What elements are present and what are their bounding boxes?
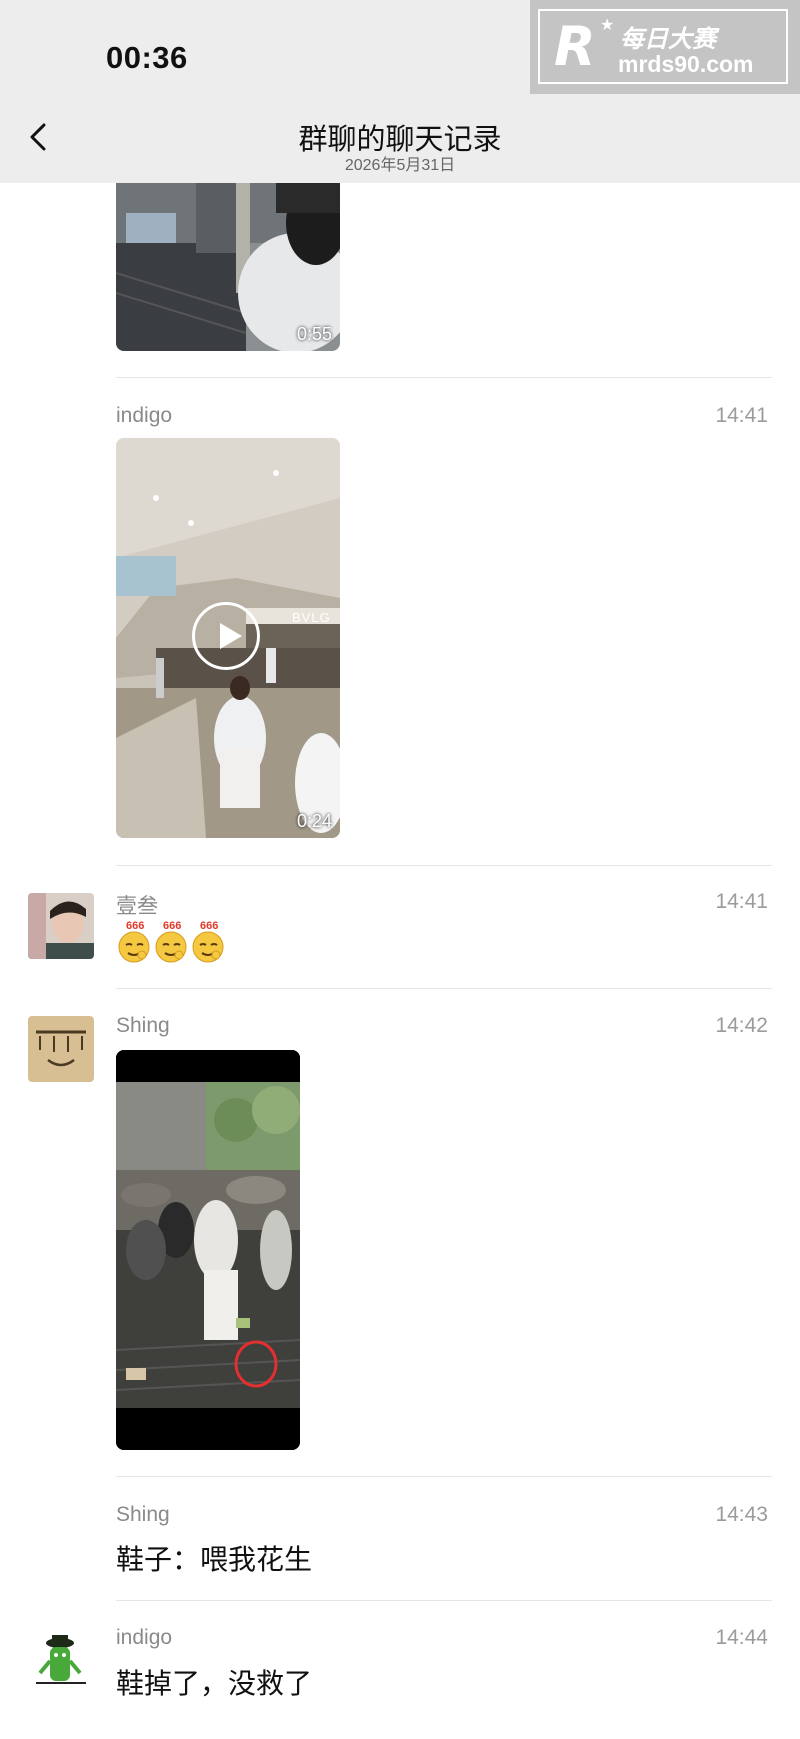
avatar[interactable] — [28, 893, 94, 959]
message-divider — [116, 1476, 772, 1477]
message-time: 14:41 — [715, 890, 768, 913]
emoji-label: 666 — [163, 920, 182, 932]
video-thumbnail[interactable]: BVLG 0:24 — [116, 438, 340, 838]
message-text: 鞋掉了，没救了 — [116, 1668, 313, 1699]
video-image — [116, 1050, 300, 1450]
sender-name: 壹叁 — [116, 895, 158, 918]
emoji-face — [155, 931, 187, 963]
emoji-label: 666 — [200, 920, 219, 932]
video-duration: 0:24 — [296, 811, 332, 831]
sender-name: Shing — [116, 1503, 170, 1526]
watermark-frame: R ★ 每日大赛 mrds90.com — [538, 9, 788, 84]
avatar-image — [28, 1627, 94, 1693]
watermark: R ★ 每日大赛 mrds90.com — [530, 0, 800, 94]
avatar[interactable] — [28, 1016, 94, 1082]
emoji-label: 666 — [126, 920, 145, 932]
message-time: 14:42 — [715, 1014, 768, 1037]
emoji-face — [192, 931, 224, 963]
avatar-image — [28, 1016, 94, 1082]
message-time: 14:44 — [715, 1626, 768, 1649]
message-text: 鞋子：喂我花生 — [116, 1544, 313, 1575]
avatar[interactable] — [28, 1627, 94, 1693]
store-sign: BVLG — [292, 610, 331, 625]
message-divider — [116, 377, 772, 378]
message-time: 14:43 — [715, 1503, 768, 1526]
status-time: 00:36 — [106, 40, 188, 75]
avatar-image — [28, 893, 94, 959]
watermark-logo: R — [554, 15, 596, 78]
sender-name: indigo — [116, 404, 173, 427]
emoji-666-icon: 666 — [153, 920, 189, 963]
video-thumbnail[interactable]: 0:55 — [116, 183, 340, 351]
message-divider — [116, 988, 772, 989]
video-duration: 0:55 — [296, 324, 332, 344]
watermark-url: mrds90.com — [618, 51, 754, 77]
emoji-666-icon: 666 — [190, 920, 226, 963]
emoji-666-icon: 666 — [116, 920, 152, 963]
sender-name: indigo — [116, 1626, 173, 1649]
video-thumbnail[interactable] — [116, 1050, 300, 1450]
watermark-name: 每日大赛 — [620, 26, 716, 53]
page-date: 2026年5月31日 — [344, 157, 456, 174]
message-divider — [116, 865, 772, 866]
message-time: 14:41 — [715, 404, 768, 427]
star-icon: ★ — [600, 17, 615, 34]
sender-name: Shing — [116, 1014, 170, 1037]
play-icon[interactable] — [192, 602, 260, 670]
emoji-face — [118, 931, 150, 963]
message-divider — [116, 1600, 772, 1601]
